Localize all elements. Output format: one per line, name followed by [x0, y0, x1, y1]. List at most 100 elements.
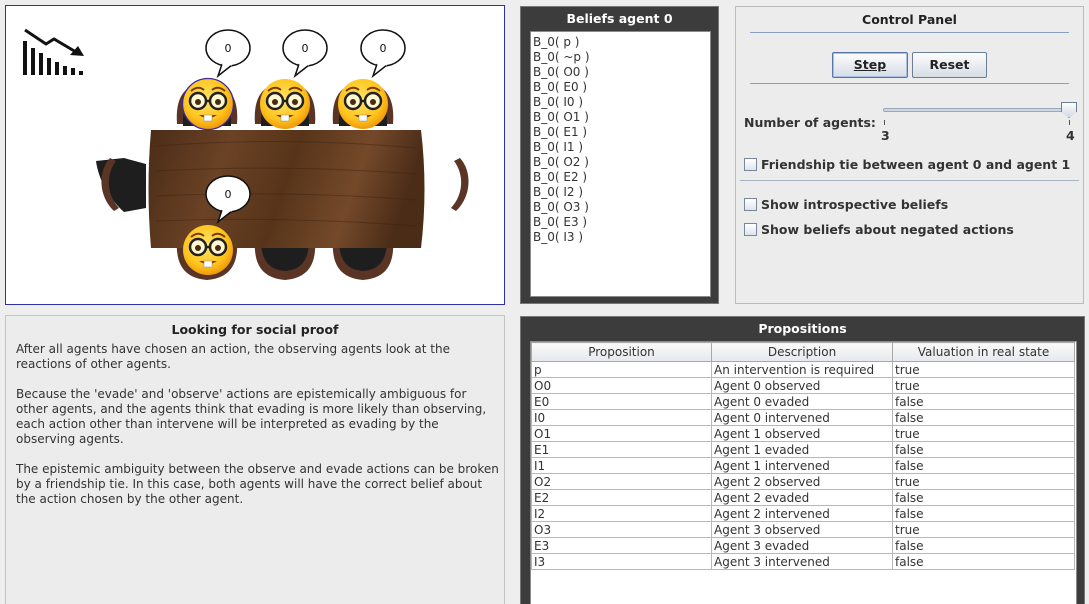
table-row[interactable]: O2 Agent 2 observed true: [531, 473, 1075, 490]
table-row[interactable]: I0 Agent 0 intervened false: [531, 409, 1075, 426]
reset-button[interactable]: Reset: [912, 52, 987, 78]
belief-item: B_0( p ): [533, 35, 580, 49]
cell-description: Agent 1 evaded: [711, 441, 893, 458]
slider-tick: [1069, 120, 1070, 125]
belief-item: B_0( I2 ): [533, 185, 584, 199]
belief-item: B_0( O0 ): [533, 65, 589, 79]
table-row[interactable]: O3 Agent 3 observed true: [531, 521, 1075, 538]
explanation-paragraph: The epistemic ambiguity between the obse…: [16, 462, 499, 506]
cell-proposition: I3: [531, 553, 712, 570]
belief-item: B_0( O1 ): [533, 110, 589, 124]
friendship-tie-checkbox[interactable]: [744, 158, 757, 171]
divider: [740, 180, 1079, 181]
agent-3-avatar: [181, 223, 235, 277]
table-row[interactable]: E0 Agent 0 evaded false: [531, 393, 1075, 410]
speech-bubble-text: 0: [225, 188, 232, 201]
meeting-table-illustration: 0 0 0 0: [23, 28, 469, 280]
table-row[interactable]: E2 Agent 2 evaded false: [531, 489, 1075, 506]
cell-valuation: false: [892, 457, 1075, 474]
cell-description: Agent 3 observed: [711, 521, 893, 538]
belief-item: B_0( I1 ): [533, 140, 584, 154]
cell-valuation: false: [892, 553, 1075, 570]
slider-tick: [884, 120, 885, 125]
belief-item: B_0( ~p ): [533, 50, 590, 64]
cell-description: Agent 3 intervened: [711, 553, 893, 570]
column-header-proposition[interactable]: Proposition: [531, 342, 712, 362]
step-button[interactable]: Step: [832, 52, 908, 78]
cell-proposition: E2: [531, 489, 712, 506]
friendship-tie-label: Friendship tie between agent 0 and agent…: [761, 157, 1071, 172]
cell-proposition: I1: [531, 457, 712, 474]
table-row[interactable]: O0 Agent 0 observed true: [531, 377, 1075, 394]
cell-description: Agent 1 observed: [711, 425, 893, 442]
slider-max-label: 4: [1066, 128, 1075, 143]
step-button-label: Step: [853, 57, 887, 72]
slider-min-label: 3: [881, 128, 890, 143]
number-of-agents-label: Number of agents:: [744, 115, 876, 130]
cell-valuation: false: [892, 505, 1075, 522]
agent-0-avatar: [181, 77, 235, 131]
cell-valuation: false: [892, 441, 1075, 458]
agent-2-avatar: [336, 77, 390, 131]
belief-item: B_0( O3 ): [533, 200, 589, 214]
column-header-description[interactable]: Description: [711, 342, 893, 362]
cell-proposition: O0: [531, 377, 712, 394]
declining-chart-icon: [23, 28, 84, 75]
cell-proposition: O1: [531, 425, 712, 442]
cell-valuation: true: [892, 377, 1075, 394]
cell-proposition: E0: [531, 393, 712, 410]
table-row[interactable]: E1 Agent 1 evaded false: [531, 441, 1075, 458]
table-row[interactable]: O1 Agent 1 observed true: [531, 425, 1075, 442]
speech-bubble-agent-0: 0: [204, 28, 252, 78]
slider-thumb[interactable]: [1061, 102, 1077, 118]
cell-description: Agent 3 evaded: [711, 537, 893, 554]
cell-description: Agent 2 intervened: [711, 505, 893, 522]
number-of-agents-slider[interactable]: [883, 108, 1073, 112]
control-panel: Control Panel Step Reset Number of agent…: [735, 6, 1084, 304]
belief-item: B_0( I0 ): [533, 95, 584, 109]
explanation-paragraph: Because the 'evade' and 'observe' action…: [16, 387, 487, 446]
negated-actions-label: Show beliefs about negated actions: [761, 222, 1014, 237]
agent-1-avatar: [258, 77, 312, 131]
belief-item: B_0( O2 ): [533, 155, 589, 169]
control-panel-title: Control Panel: [862, 12, 957, 27]
table-row[interactable]: I2 Agent 2 intervened false: [531, 505, 1075, 522]
speech-bubble-text: 0: [302, 42, 309, 55]
table-row[interactable]: I3 Agent 3 intervened false: [531, 553, 1075, 570]
cell-description: Agent 2 observed: [711, 473, 893, 490]
cell-proposition: p: [531, 361, 712, 378]
belief-item: B_0( E1 ): [533, 125, 588, 139]
table-row[interactable]: E3 Agent 3 evaded false: [531, 537, 1075, 554]
cell-proposition: I0: [531, 409, 712, 426]
belief-item: B_0( I3 ): [533, 230, 584, 244]
cell-description: An intervention is required: [711, 361, 893, 378]
negated-actions-checkbox[interactable]: [744, 223, 757, 236]
beliefs-list[interactable]: B_0( p ) B_0( ~p ) B_0( O0 ) B_0( E0 ) B…: [530, 31, 711, 297]
explanation-panel: Looking for social proof After all agent…: [5, 315, 505, 604]
cell-description: Agent 1 intervened: [711, 457, 893, 474]
explanation-text: After all agents have chosen an action, …: [16, 342, 501, 522]
belief-item: B_0( E0 ): [533, 80, 588, 94]
speech-bubble-text: 0: [225, 42, 232, 55]
column-header-valuation[interactable]: Valuation in real state: [892, 342, 1075, 362]
speech-bubble-agent-2: 0: [359, 28, 407, 78]
divider: [750, 32, 1069, 33]
cell-description: Agent 0 observed: [711, 377, 893, 394]
propositions-panel: Propositions Proposition Description Val…: [520, 316, 1085, 604]
cell-valuation: false: [892, 409, 1075, 426]
table-row[interactable]: p An intervention is required true: [531, 361, 1075, 378]
belief-item: B_0( E2 ): [533, 170, 588, 184]
introspective-beliefs-checkbox[interactable]: [744, 198, 757, 211]
propositions-table[interactable]: Proposition Description Valuation in rea…: [530, 341, 1077, 604]
divider: [750, 83, 1069, 84]
table-row[interactable]: I1 Agent 1 intervened false: [531, 457, 1075, 474]
cell-description: Agent 2 evaded: [711, 489, 893, 506]
cell-proposition: E1: [531, 441, 712, 458]
introspective-beliefs-label: Show introspective beliefs: [761, 197, 949, 212]
cell-valuation: false: [892, 537, 1075, 554]
cell-proposition: O2: [531, 473, 712, 490]
cell-valuation: true: [892, 521, 1075, 538]
cell-valuation: false: [892, 489, 1075, 506]
cell-proposition: O3: [531, 521, 712, 538]
cell-valuation: true: [892, 473, 1075, 490]
